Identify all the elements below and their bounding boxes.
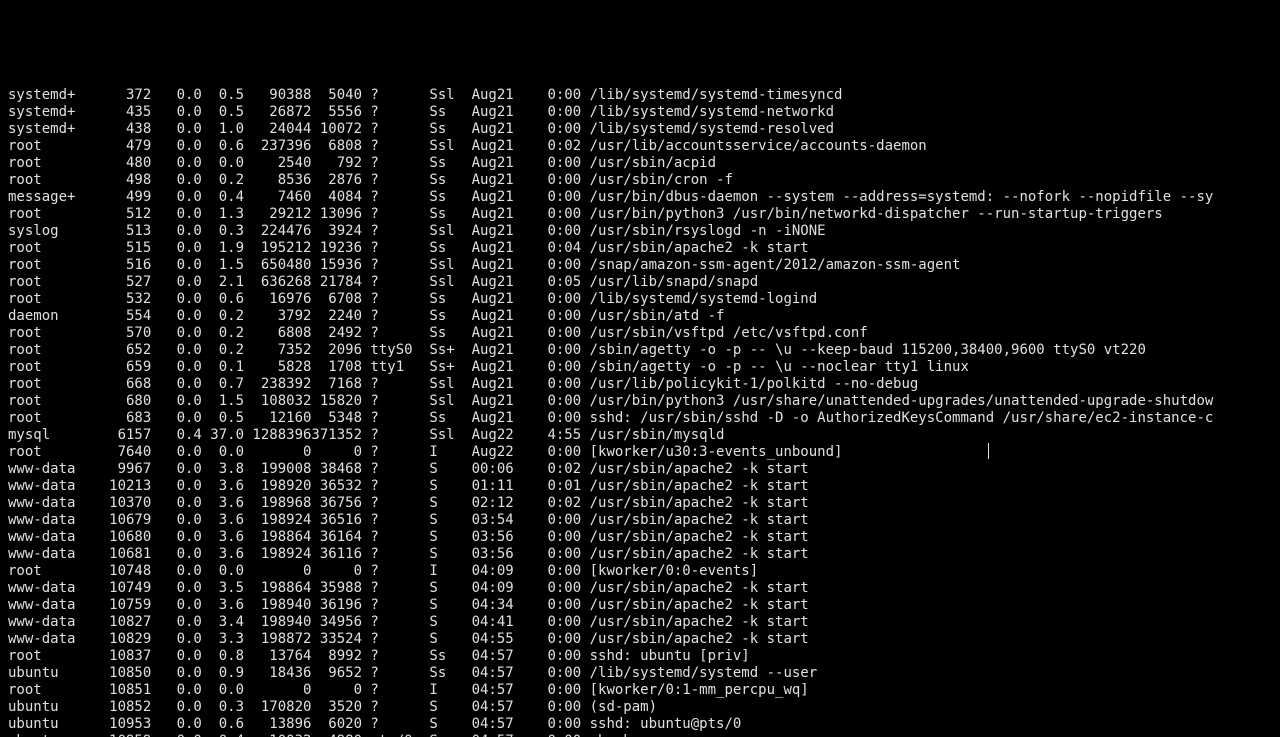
process-row: root 10837 0.0 0.8 13764 8992 ? Ss 04:57… <box>8 648 1280 665</box>
process-row: systemd+ 438 0.0 1.0 24044 10072 ? Ss Au… <box>8 121 1280 138</box>
process-row: root 10748 0.0 0.0 0 0 ? I 04:09 0:00 [k… <box>8 563 1280 580</box>
process-row: root 516 0.0 1.5 650480 15936 ? Ssl Aug2… <box>8 257 1280 274</box>
process-row: daemon 554 0.0 0.2 3792 2240 ? Ss Aug21 … <box>8 308 1280 325</box>
process-row: root 652 0.0 0.2 7352 2096 ttyS0 Ss+ Aug… <box>8 342 1280 359</box>
process-row: systemd+ 435 0.0 0.5 26872 5556 ? Ss Aug… <box>8 104 1280 121</box>
process-row: root 680 0.0 1.5 108032 15820 ? Ssl Aug2… <box>8 393 1280 410</box>
process-row: www-data 10681 0.0 3.6 198924 36116 ? S … <box>8 546 1280 563</box>
process-row: root 668 0.0 0.7 238392 7168 ? Ssl Aug21… <box>8 376 1280 393</box>
process-row: root 532 0.0 0.6 16976 6708 ? Ss Aug21 0… <box>8 291 1280 308</box>
process-row: root 7640 0.0 0.0 0 0 ? I Aug22 0:00 [kw… <box>8 444 1280 461</box>
process-row: mysql 6157 0.4 37.0 1288396371352 ? Ssl … <box>8 427 1280 444</box>
text-cursor <box>988 443 989 459</box>
terminal-output[interactable]: systemd+ 372 0.0 0.5 90388 5040 ? Ssl Au… <box>0 85 1280 737</box>
process-row: root 659 0.0 0.1 5828 1708 tty1 Ss+ Aug2… <box>8 359 1280 376</box>
process-row: www-data 9967 0.0 3.8 199008 38468 ? S 0… <box>8 461 1280 478</box>
process-row: root 512 0.0 1.3 29212 13096 ? Ss Aug21 … <box>8 206 1280 223</box>
process-row: www-data 10827 0.0 3.4 198940 34956 ? S … <box>8 614 1280 631</box>
process-row: root 683 0.0 0.5 12160 5348 ? Ss Aug21 0… <box>8 410 1280 427</box>
process-row: www-data 10213 0.0 3.6 198920 36532 ? S … <box>8 478 1280 495</box>
process-row: root 515 0.0 1.9 195212 19236 ? Ss Aug21… <box>8 240 1280 257</box>
process-row: root 480 0.0 0.0 2540 792 ? Ss Aug21 0:0… <box>8 155 1280 172</box>
process-row: ubuntu 10953 0.0 0.6 13896 6020 ? S 04:5… <box>8 716 1280 733</box>
process-row: message+ 499 0.0 0.4 7460 4084 ? Ss Aug2… <box>8 189 1280 206</box>
process-row: root 10851 0.0 0.0 0 0 ? I 04:57 0:00 [k… <box>8 682 1280 699</box>
process-row: syslog 513 0.0 0.3 224476 3924 ? Ssl Aug… <box>8 223 1280 240</box>
process-row: ubuntu 10850 0.0 0.9 18436 9652 ? Ss 04:… <box>8 665 1280 682</box>
process-row: ubuntu 10852 0.0 0.3 170820 3520 ? S 04:… <box>8 699 1280 716</box>
process-row: root 498 0.0 0.2 8536 2876 ? Ss Aug21 0:… <box>8 172 1280 189</box>
process-row: www-data 10679 0.0 3.6 198924 36516 ? S … <box>8 512 1280 529</box>
process-row: root 527 0.0 2.1 636268 21784 ? Ssl Aug2… <box>8 274 1280 291</box>
process-row: www-data 10370 0.0 3.6 198968 36756 ? S … <box>8 495 1280 512</box>
process-row: root 479 0.0 0.6 237396 6808 ? Ssl Aug21… <box>8 138 1280 155</box>
process-row: systemd+ 372 0.0 0.5 90388 5040 ? Ssl Au… <box>8 87 1280 104</box>
process-row: root 570 0.0 0.2 6808 2492 ? Ss Aug21 0:… <box>8 325 1280 342</box>
process-row: www-data 10759 0.0 3.6 198940 36196 ? S … <box>8 597 1280 614</box>
process-row: www-data 10680 0.0 3.6 198864 36164 ? S … <box>8 529 1280 546</box>
process-row: ubuntu 10959 0.0 0.4 10032 4980 pts/0 Ss… <box>8 733 1280 737</box>
process-row: www-data 10749 0.0 3.5 198864 35988 ? S … <box>8 580 1280 597</box>
process-row: www-data 10829 0.0 3.3 198872 33524 ? S … <box>8 631 1280 648</box>
